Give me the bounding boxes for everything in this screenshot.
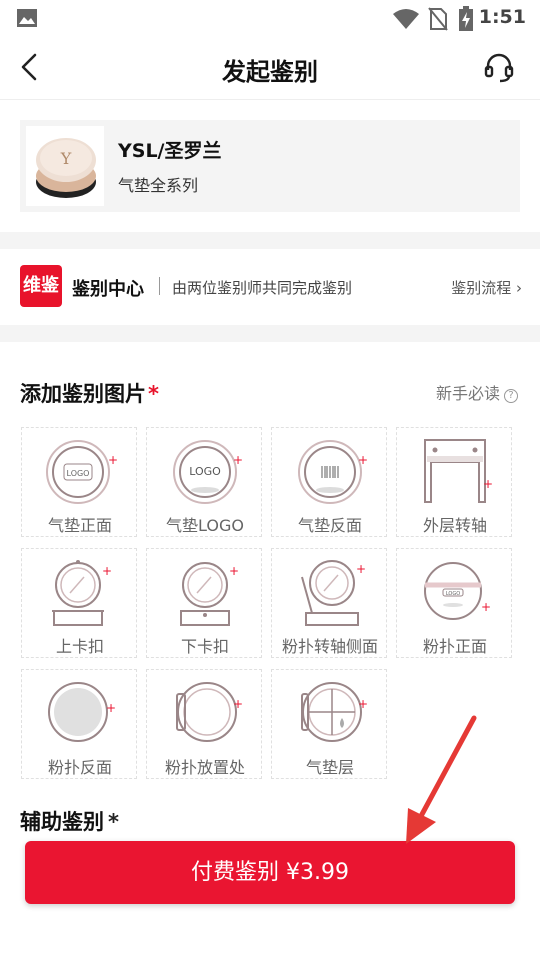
photo-slot-upper-clasp[interactable]: + 上卡扣 (21, 548, 137, 658)
wifi-icon (393, 9, 419, 29)
photo-slot-label: 外层转轴 (422, 516, 487, 535)
lower-clasp-icon: + (180, 562, 239, 626)
photo-slot-label: 粉扑正面 (422, 637, 487, 656)
puff-back-icon: + (48, 682, 116, 742)
headset-icon[interactable] (484, 52, 514, 84)
photo-slot-cushion-logo[interactable]: LOGO + 气垫LOGO (146, 427, 262, 537)
photo-slot-label: 气垫LOGO (166, 516, 244, 535)
product-card[interactable]: Y YSL/圣罗兰 气垫全系列 (20, 120, 520, 212)
svg-text:+: + (106, 701, 116, 715)
required-mark: * (148, 382, 159, 406)
svg-text:+: + (108, 453, 118, 467)
question-icon: ? (504, 389, 518, 403)
cushion-front-icon: LOGO + (46, 440, 118, 504)
product-series: 气垫全系列 (118, 176, 199, 195)
vertical-divider (159, 277, 160, 295)
cushion-back-icon: + (298, 440, 368, 504)
photo-slot-label: 气垫正面 (47, 516, 112, 535)
upper-clasp-icon: + (52, 560, 112, 626)
guide-label: 新手必读 (435, 384, 500, 403)
svg-text:+: + (233, 453, 243, 467)
weijian-badge: 维鉴 (20, 265, 62, 307)
section-divider (0, 325, 540, 342)
svg-text:+: + (356, 562, 366, 576)
svg-text:+: + (102, 564, 112, 578)
gallery-icon (17, 9, 37, 27)
photo-slot-puff-holder[interactable]: + 粉扑放置处 (146, 669, 262, 779)
section-divider (0, 232, 540, 249)
photo-slot-label: 上卡扣 (55, 637, 104, 656)
auxiliary-label: 辅助鉴别 (20, 810, 104, 834)
photo-slot-label: 粉扑转轴侧面 (281, 637, 378, 656)
product-brand: YSL/圣罗兰 (118, 140, 222, 162)
process-link[interactable]: 鉴别流程 › (451, 277, 522, 298)
photo-slot-puff-hinge-side[interactable]: + 粉扑转轴侧面 (271, 548, 387, 658)
status-bar: 1:51 (0, 0, 540, 36)
svg-text:+: + (358, 697, 368, 711)
svg-text:+: + (229, 564, 239, 578)
process-link-label: 鉴别流程 (451, 279, 512, 297)
clock: 1:51 (478, 6, 526, 28)
logo-text: LOGO (67, 469, 90, 478)
beginner-guide-link[interactable]: 新手必读? (436, 380, 518, 404)
product-thumbnail: Y (26, 126, 104, 206)
battery-icon (459, 6, 473, 31)
photo-slot-lower-clasp[interactable]: + 下卡扣 (146, 548, 262, 658)
auxiliary-title: 辅助鉴别 * (20, 806, 119, 836)
photo-slot-label: 粉扑放置处 (164, 758, 245, 777)
puff-holder-icon: + (176, 682, 243, 742)
logo-text: LOGO (189, 465, 221, 478)
required-mark: * (108, 810, 119, 834)
photo-slot-outer-hinge[interactable]: + 外层转轴 (396, 427, 512, 537)
center-description: 由两位鉴别师共同完成鉴别 (172, 279, 353, 297)
cushion-logo-icon: LOGO + (173, 440, 243, 504)
center-title: 鉴别中心 (72, 279, 144, 300)
svg-text:+: + (358, 453, 368, 467)
photo-slot-cushion-back[interactable]: + 气垫反面 (271, 427, 387, 537)
annotation-arrow-icon (406, 715, 477, 844)
photo-slot-cushion-layer[interactable]: + 气垫层 (271, 669, 387, 779)
photo-slot-label: 粉扑反面 (47, 758, 112, 777)
photo-slot-puff-front[interactable]: LOGO + 粉扑正面 (396, 548, 512, 658)
photo-slot-label: 气垫层 (305, 758, 354, 777)
authentication-center-row: 维鉴 鉴别中心 由两位鉴别师共同完成鉴别 鉴别流程 › (0, 249, 540, 325)
photo-slot-label: 气垫反面 (297, 516, 362, 535)
svg-text:+: + (483, 477, 493, 491)
no-sim-icon (428, 7, 448, 31)
add-photos-title: 添加鉴别图片* (20, 378, 159, 408)
add-photos-label: 添加鉴别图片 (20, 382, 146, 406)
photo-slot-label: 下卡扣 (180, 637, 229, 656)
logo-text: LOGO (446, 591, 460, 597)
svg-text:Y: Y (60, 149, 72, 168)
chevron-right-icon: › (511, 279, 522, 297)
puff-front-icon: LOGO + (424, 562, 491, 620)
svg-text:+: + (481, 600, 491, 614)
puff-hinge-side-icon: + (301, 560, 366, 626)
photo-slot-puff-back[interactable]: + 粉扑反面 (21, 669, 137, 779)
photo-slot-cushion-front[interactable]: LOGO + 气垫正面 (21, 427, 137, 537)
svg-text:+: + (233, 697, 243, 711)
outer-hinge-icon: + (424, 439, 493, 503)
navigation-bar: 发起鉴别 (0, 36, 540, 100)
cushion-layer-icon: + (301, 682, 368, 742)
page-title: 发起鉴别 (222, 58, 318, 86)
